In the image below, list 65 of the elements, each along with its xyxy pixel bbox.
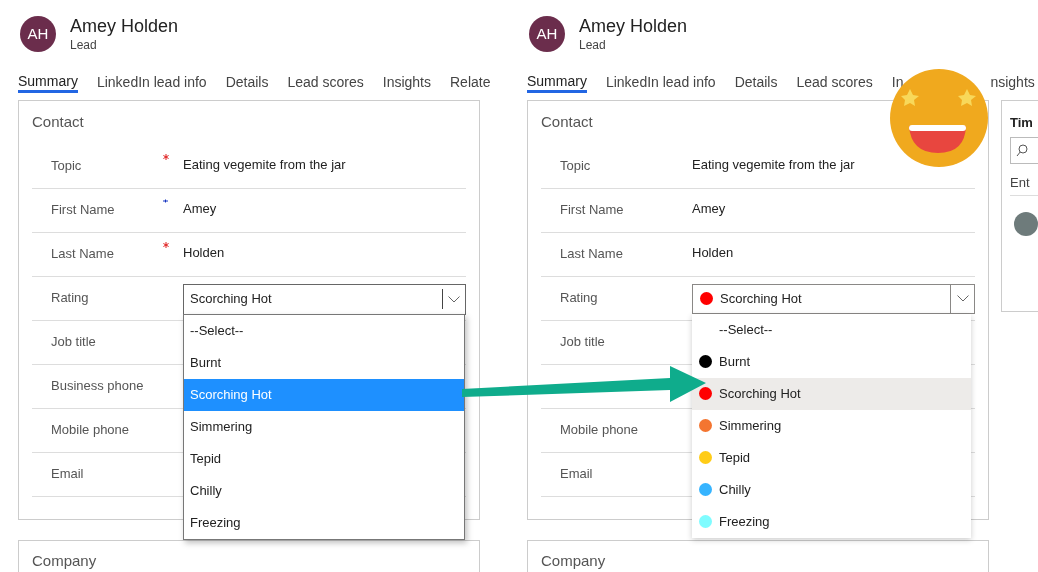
dropdown-option[interactable]: --Select-- (692, 313, 971, 346)
field-label: Email (560, 465, 593, 481)
dropdown-option[interactable]: Freezing (692, 505, 971, 538)
field-value: Holden (183, 243, 225, 262)
dropdown-option[interactable]: Scorching Hot (692, 377, 971, 410)
panel-title: Tim (1010, 114, 1034, 132)
record-type: Lead (70, 37, 98, 53)
field-value: Eating vegemite from the jar (183, 155, 346, 174)
tab[interactable]: Relate (450, 71, 491, 93)
tab[interactable]: Details (734, 71, 778, 93)
field-label: Topic (51, 157, 82, 173)
dropdown-option[interactable]: Simmering (692, 409, 971, 442)
field-value: Amey (692, 199, 726, 218)
tab[interactable]: LinkedIn lead info (605, 71, 716, 93)
filter-label: Ent (1010, 172, 1038, 196)
rating-dropdown[interactable]: Scorching Hot (692, 283, 975, 314)
field-label: Last Name (51, 245, 114, 261)
field-label: Email (51, 465, 84, 481)
dropdown-option[interactable]: Simmering (184, 410, 464, 443)
field-label: Rating (51, 289, 89, 305)
field-label: Job title (560, 333, 605, 349)
avatar: AH (20, 16, 56, 52)
dropdown-option[interactable]: --Select-- (184, 314, 464, 347)
record-name: Amey Holden (70, 15, 179, 37)
search-icon (1016, 143, 1028, 157)
dropdown-option[interactable]: Tepid (692, 441, 971, 474)
section-title: Contact (541, 112, 594, 132)
activity-icon (1014, 212, 1038, 236)
tab[interactable]: nsights (990, 71, 1035, 93)
dropdown-option[interactable]: Burnt (692, 345, 971, 378)
tab[interactable]: Lead scores (287, 71, 364, 93)
record-name: Amey Holden (579, 15, 688, 37)
field-label: Business phone (51, 377, 144, 393)
field-value: Eating vegemite from the jar (692, 155, 855, 174)
section-title: Contact (32, 112, 85, 132)
section-title: Company (541, 552, 606, 569)
tab[interactable]: Lead scores (796, 71, 873, 93)
field-value: Holden (692, 243, 734, 262)
chevron-down-icon (956, 295, 969, 302)
dropdown-option[interactable]: Burnt (184, 346, 464, 379)
tab[interactable]: In (891, 71, 904, 93)
tab[interactable]: LinkedIn lead info (96, 71, 207, 93)
field-value: Amey (183, 199, 217, 218)
dropdown-option[interactable]: Tepid (184, 442, 464, 475)
field-label: First Name (51, 201, 115, 217)
dropdown-option[interactable]: Chilly (692, 473, 971, 506)
field-label: Mobile phone (51, 421, 130, 437)
rating-dropdown[interactable]: Scorching Hot (183, 283, 466, 315)
field-label: First Name (560, 201, 624, 217)
tab[interactable]: Summary (18, 71, 78, 93)
tab[interactable]: Details (225, 71, 269, 93)
dropdown-option[interactable]: Chilly (184, 474, 464, 507)
field-label: Job title (51, 333, 96, 349)
record-type: Lead (579, 37, 607, 53)
search-field[interactable] (1010, 136, 1038, 164)
tab[interactable]: Insights (382, 71, 431, 93)
avatar: AH (529, 16, 565, 52)
field-label: Mobile phone (560, 421, 639, 437)
section-title: Company (32, 552, 97, 569)
field-label: Last Name (560, 245, 623, 261)
dropdown-option[interactable]: Freezing (184, 506, 464, 539)
tab[interactable]: Summary (527, 71, 587, 93)
field-label: Topic (560, 157, 591, 173)
field-label: Rating (560, 289, 598, 305)
chevron-down-icon (448, 295, 460, 303)
